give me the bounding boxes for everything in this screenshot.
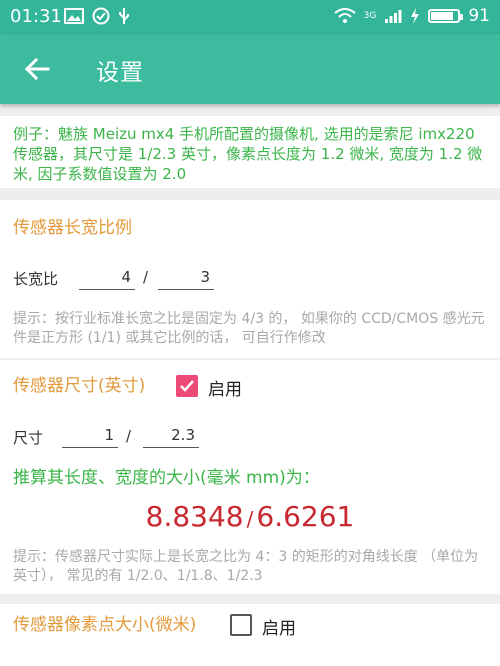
sensor-size-label: 尺寸 <box>13 429 44 447</box>
app-bar: 设置 <box>0 34 500 104</box>
network-type-label: 3G <box>363 10 377 21</box>
status-time: 01:31 <box>10 6 62 27</box>
back-arrow-icon[interactable] <box>22 54 52 84</box>
example-card: 例子：魅族 Meizu mx4 手机所配置的摄像机, 选用的是索尼 imx220… <box>0 116 500 188</box>
sensor-size-separator: / <box>126 427 132 445</box>
battery-level: 91 <box>468 6 490 26</box>
battery-icon <box>428 9 464 23</box>
status-bar: 01:31 3G 91 <box>0 0 500 34</box>
pixel-size-enable-checkbox[interactable] <box>230 614 252 636</box>
status-notification-icons <box>64 7 130 25</box>
aspect-ratio-card: 传感器长宽比例 长宽比 4 / 3 提示：按行业标准长宽之比是固定为 4/3 的… <box>0 200 500 358</box>
pixel-size-heading: 传感器像素点大小(微米) <box>13 615 197 635</box>
aspect-ratio-label: 长宽比 <box>13 270 59 288</box>
wifi-icon <box>334 8 356 23</box>
check-icon <box>180 380 194 392</box>
result-length: 8.8348 <box>145 500 244 533</box>
aspect-ratio-heading: 传感器长宽比例 <box>13 218 132 238</box>
sensor-size-card: 传感器尺寸(英寸) 启用 尺寸 1 / 2.3 推算其长度、宽度的大小(毫米 m… <box>0 360 500 594</box>
result-width: 6.6261 <box>256 500 355 533</box>
pixel-size-card: 传感器像素点大小(微米) 启用 <box>0 604 500 666</box>
sensor-size-denominator-input[interactable]: 2.3 <box>143 424 199 448</box>
result-separator: / <box>246 507 254 531</box>
check-circle-icon <box>92 7 110 25</box>
page-title: 设置 <box>96 60 144 86</box>
status-system-icons: 3G 91 <box>334 6 490 26</box>
charging-icon <box>411 8 420 24</box>
dimension-result: 8.8348/6.6261 <box>0 500 500 533</box>
aspect-height-input[interactable]: 3 <box>158 266 214 290</box>
sensor-size-hint: 提示：传感器尺寸实际上是长宽之比为 4：3 的矩形的对角线长度 （单位为英寸），… <box>13 549 479 584</box>
example-text: 例子：魅族 Meizu mx4 手机所配置的摄像机, 选用的是索尼 imx220… <box>13 125 483 183</box>
aspect-width-input[interactable]: 4 <box>79 266 135 290</box>
pixel-size-enable-label: 启用 <box>262 619 296 639</box>
signal-icon <box>385 10 402 23</box>
image-icon <box>64 8 84 24</box>
aspect-ratio-hint: 提示：按行业标准长宽之比是固定为 4/3 的， 如果你的 CCD/CMOS 感光… <box>13 311 485 346</box>
sensor-size-enable-checkbox[interactable] <box>176 375 198 397</box>
usb-icon <box>119 8 129 24</box>
sensor-size-heading: 传感器尺寸(英寸) <box>13 376 146 396</box>
sensor-size-enable-label: 启用 <box>208 380 242 400</box>
aspect-separator: / <box>143 268 149 286</box>
dimension-calc-label: 推算其长度、宽度的大小(毫米 mm)为： <box>13 468 320 488</box>
sensor-size-numerator-input[interactable]: 1 <box>62 424 118 448</box>
